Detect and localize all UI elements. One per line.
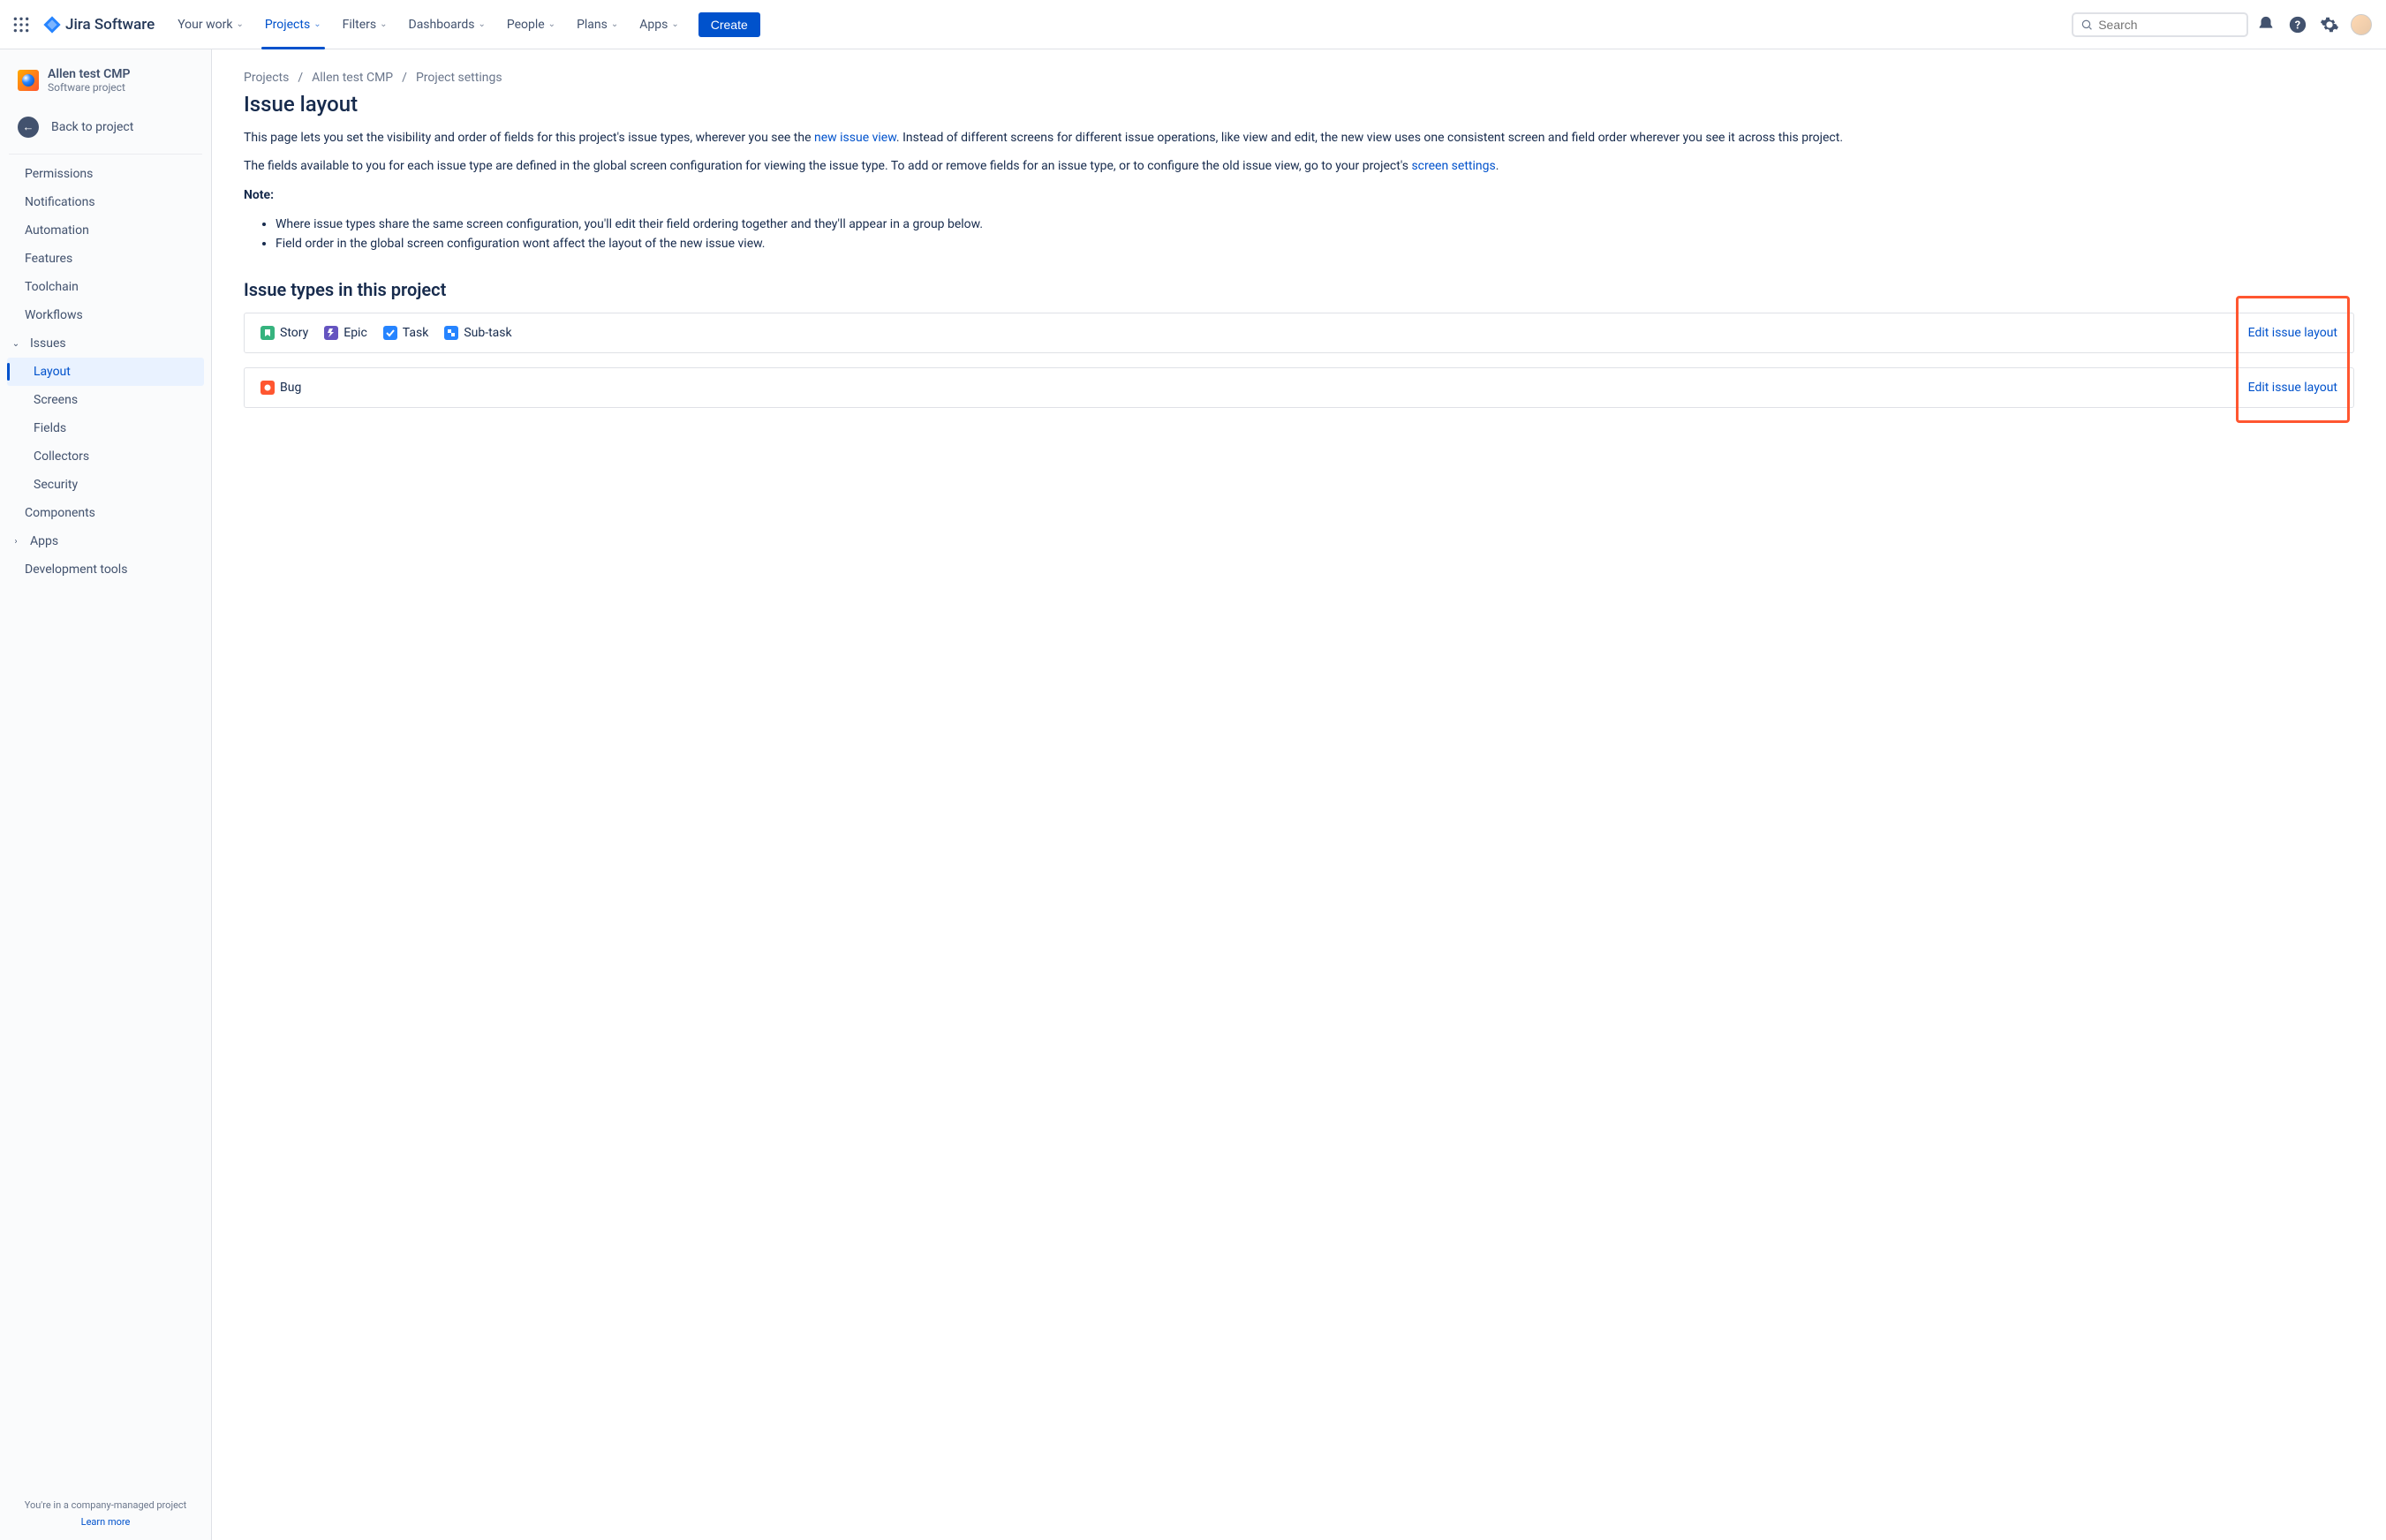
sidebar-sub-screens[interactable]: Screens bbox=[0, 386, 211, 414]
project-name: Allen test CMP bbox=[48, 67, 130, 81]
chevron-down-icon: ⌄ bbox=[313, 19, 321, 29]
chevron-down-icon: ⌄ bbox=[671, 19, 678, 29]
sidebar-sub-collectors[interactable]: Collectors bbox=[0, 442, 211, 471]
chevron-down-icon: ⌄ bbox=[9, 339, 23, 349]
sidebar-group-apps[interactable]: › Apps bbox=[0, 527, 211, 555]
divider bbox=[9, 154, 202, 155]
notifications-icon[interactable] bbox=[2252, 11, 2280, 39]
issue-type-bug: Bug bbox=[260, 381, 301, 395]
sidebar-footer: You're in a company-managed project Lear… bbox=[0, 1486, 211, 1540]
nav-item-filters[interactable]: Filters⌄ bbox=[334, 0, 396, 49]
search-box[interactable] bbox=[2072, 12, 2248, 37]
footer-learn-more[interactable]: Learn more bbox=[7, 1516, 204, 1528]
sidebar-item-permissions[interactable]: Permissions bbox=[0, 160, 211, 188]
nav-item-people[interactable]: People⌄ bbox=[498, 0, 564, 49]
issue-type-group: Bug Edit issue layout bbox=[244, 367, 2354, 408]
profile-avatar[interactable] bbox=[2347, 11, 2375, 39]
nav-item-plans[interactable]: Plans⌄ bbox=[568, 0, 627, 49]
svg-text:?: ? bbox=[2295, 19, 2300, 32]
subtask-icon bbox=[444, 326, 458, 340]
jira-logo[interactable]: Jira Software bbox=[42, 15, 155, 34]
chevron-right-icon: › bbox=[9, 537, 23, 547]
section-title: Issue types in this project bbox=[244, 279, 2354, 300]
chevron-down-icon: ⌄ bbox=[236, 19, 243, 29]
bug-icon bbox=[260, 381, 275, 395]
project-type: Software project bbox=[48, 81, 130, 94]
new-issue-view-link[interactable]: new issue view bbox=[814, 131, 896, 145]
sidebar-item-notifications[interactable]: Notifications bbox=[0, 188, 211, 216]
intro-text: This page lets you set the visibility an… bbox=[244, 129, 2354, 254]
sidebar-sub-fields[interactable]: Fields bbox=[0, 414, 211, 442]
project-avatar-icon bbox=[18, 70, 39, 91]
sidebar: Allen test CMP Software project ← Back t… bbox=[0, 49, 212, 1540]
task-icon bbox=[383, 326, 397, 340]
back-to-project[interactable]: ← Back to project bbox=[0, 108, 211, 147]
app-switcher-icon[interactable] bbox=[11, 14, 32, 35]
breadcrumb: Projects / Allen test CMP / Project sett… bbox=[244, 71, 2354, 85]
issue-type-epic: Epic bbox=[324, 326, 367, 340]
screen-settings-link[interactable]: screen settings bbox=[1411, 159, 1495, 173]
sidebar-sub-security[interactable]: Security bbox=[0, 471, 211, 499]
issue-type-task: Task bbox=[383, 326, 429, 340]
note-item: Where issue types share the same screen … bbox=[276, 215, 2354, 234]
sidebar-sub-layout[interactable]: Layout bbox=[7, 358, 204, 386]
chevron-down-icon: ⌄ bbox=[548, 19, 555, 29]
issue-type-subtask: Sub-task bbox=[444, 326, 511, 340]
group-label: Issues bbox=[30, 336, 66, 351]
sidebar-item-features[interactable]: Features bbox=[0, 245, 211, 273]
sidebar-item-toolchain[interactable]: Toolchain bbox=[0, 273, 211, 301]
search-input[interactable] bbox=[2098, 18, 2239, 32]
sidebar-item-workflows[interactable]: Workflows bbox=[0, 301, 211, 329]
sidebar-item-automation[interactable]: Automation bbox=[0, 216, 211, 245]
nav-item-dashboards[interactable]: Dashboards⌄ bbox=[400, 0, 495, 49]
top-nav: Jira Software Your work⌄Projects⌄Filters… bbox=[0, 0, 2386, 49]
crumb-settings[interactable]: Project settings bbox=[416, 71, 502, 85]
edit-issue-layout-link[interactable]: Edit issue layout bbox=[2248, 381, 2337, 395]
back-arrow-icon: ← bbox=[18, 117, 39, 138]
note-label: Note: bbox=[244, 188, 274, 202]
chevron-down-icon: ⌄ bbox=[380, 19, 387, 29]
epic-icon bbox=[324, 326, 338, 340]
nav-item-apps[interactable]: Apps⌄ bbox=[630, 0, 687, 49]
story-icon bbox=[260, 326, 275, 340]
sidebar-item-components[interactable]: Components bbox=[0, 499, 211, 527]
jira-logo-icon bbox=[42, 15, 62, 34]
chevron-down-icon: ⌄ bbox=[611, 19, 618, 29]
help-icon[interactable]: ? bbox=[2284, 11, 2312, 39]
settings-icon[interactable] bbox=[2315, 11, 2344, 39]
main-content: Projects / Allen test CMP / Project sett… bbox=[212, 49, 2386, 1540]
page-title: Issue layout bbox=[244, 92, 2354, 117]
issue-type-group: Story Epic Task Sub-task Edit issue layout bbox=[244, 313, 2354, 353]
footer-text: You're in a company-managed project bbox=[7, 1499, 204, 1511]
nav-item-your-work[interactable]: Your work⌄ bbox=[169, 0, 253, 49]
edit-issue-layout-link[interactable]: Edit issue layout bbox=[2248, 326, 2337, 340]
group-label: Apps bbox=[30, 534, 58, 548]
crumb-projects[interactable]: Projects bbox=[244, 71, 289, 85]
sidebar-group-issues[interactable]: ⌄ Issues bbox=[0, 329, 211, 358]
issue-type-story: Story bbox=[260, 326, 308, 340]
project-header: Allen test CMP Software project bbox=[0, 67, 211, 108]
logo-text: Jira Software bbox=[65, 16, 155, 34]
search-icon bbox=[2080, 18, 2093, 32]
crumb-project[interactable]: Allen test CMP bbox=[312, 71, 393, 85]
nav-item-projects[interactable]: Projects⌄ bbox=[256, 0, 330, 49]
back-label: Back to project bbox=[51, 120, 133, 134]
chevron-down-icon: ⌄ bbox=[478, 19, 485, 29]
create-button[interactable]: Create bbox=[698, 12, 760, 37]
sidebar-item-development-tools[interactable]: Development tools bbox=[0, 555, 211, 584]
note-item: Field order in the global screen configu… bbox=[276, 234, 2354, 253]
